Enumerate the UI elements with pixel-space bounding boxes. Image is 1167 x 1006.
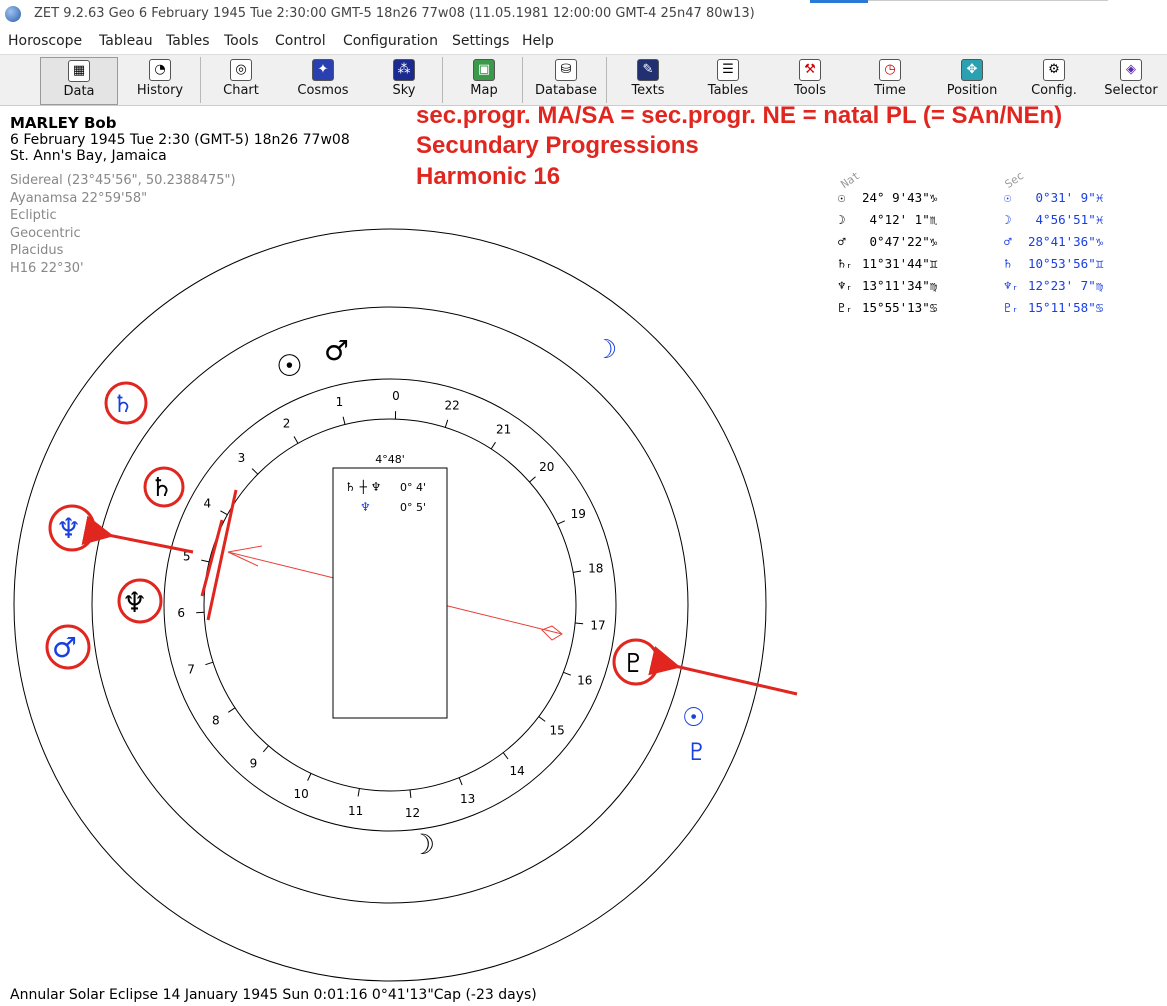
annotation-arrow-right [648,646,798,696]
sun-sec-glyph: ☉ [682,703,705,733]
pluto-sec-glyph: ♇ [686,738,708,766]
house-number: 11 [348,804,363,818]
house-tick [444,419,449,428]
house-tick [220,510,228,516]
red-mark-line-2 [200,519,224,597]
house-tick [538,716,546,722]
house-number: 16 [577,674,592,688]
house-number: 1 [336,395,344,409]
status-footer: Annular Solar Eclipse 14 January 1945 Su… [10,987,537,1003]
pluto-natal-glyph: ♇ [622,649,645,679]
house-number: 0 [392,389,400,403]
house-number: 19 [571,507,586,521]
house-tick [490,441,496,450]
house-tick [458,777,463,786]
moon-sec-glyph: ☽ [594,335,617,365]
aspect-row-1-orb: 0° 4' [400,481,426,494]
mars-natal-glyph: ♂ [324,334,349,367]
sun-natal-glyph: ☉ [276,349,303,384]
house-tick [573,570,582,573]
mars-sec-glyph: ♂ [52,631,77,664]
saturn-natal-glyph: ♄ [150,473,173,503]
aspect-row-1-planets: ♄ ┼ ♆ [345,479,381,494]
house-tick [575,622,584,625]
house-number: 9 [250,756,258,770]
house-tick [342,416,346,425]
house-number: 4 [203,497,211,511]
house-tick [557,520,566,525]
center-degree-label: 4°48' [375,453,405,466]
house-number: 14 [510,764,525,778]
house-number: 12 [405,806,420,820]
house-number: 3 [238,451,246,465]
neptune-natal-glyph: ♆ [122,586,147,619]
house-tick [563,671,571,676]
house-number: 20 [539,460,554,474]
house-tick [409,789,412,798]
house-number: 7 [187,662,195,676]
house-number: 21 [496,423,511,437]
house-number: 2 [283,416,291,430]
house-tick [251,468,259,475]
house-tick [307,773,312,781]
aspect-box [332,467,448,719]
house-tick [201,559,210,563]
house-number: 10 [294,787,309,801]
house-tick [357,788,360,797]
house-number: 13 [460,792,475,806]
house-number: 22 [445,399,460,413]
harmonic-chart-wheel: 1234567891011 12131415161718192021220 ☉ ♂… [13,228,798,982]
aspect-row-2-planets: ♆ [360,500,371,514]
annotation-arrow-left [81,515,194,554]
house-tick [293,436,299,444]
house-number: 15 [550,723,565,737]
house-number: 17 [590,618,605,632]
neptune-sec-glyph: ♆ [56,512,81,545]
house-tick [205,661,214,666]
house-number: 18 [588,561,603,575]
house-tick [228,707,236,713]
house-number: 6 [177,606,185,620]
house-tick [502,752,509,760]
house-number: 8 [212,714,220,728]
house-tick [529,476,536,483]
saturn-sec-glyph: ♄ [112,390,134,418]
moon-natal-glyph: ☽ [410,828,435,861]
house-tick [262,745,269,753]
aspect-row-2-orb: 0° 5' [400,501,426,514]
